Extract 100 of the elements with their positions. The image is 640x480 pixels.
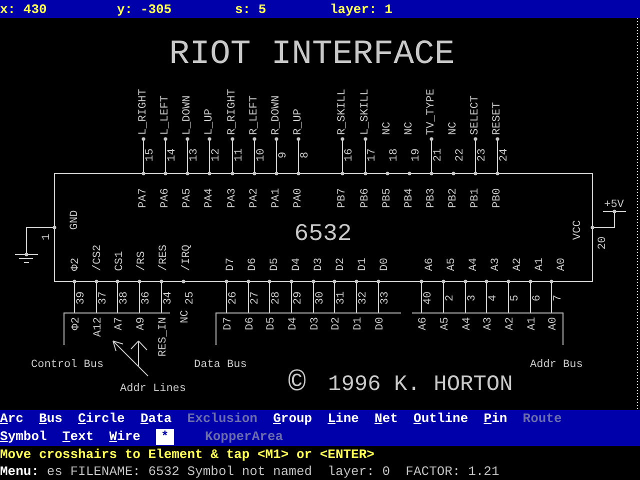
pin-number: 20 (597, 236, 609, 250)
net-label: A5 (440, 317, 452, 330)
cursor-readout: layer: 1 (330, 2, 392, 16)
signal-label: L_SKILL (360, 88, 372, 135)
menu-item[interactable]: Group (273, 411, 312, 427)
cursor-readout: x: 430 (0, 2, 48, 16)
signal-label: R_SKILL (336, 88, 348, 135)
pin-number: 26 (228, 291, 240, 305)
pin-number: 16 (344, 148, 356, 162)
pin-number: 32 (358, 291, 370, 305)
pin-number: 7 (552, 294, 564, 302)
net-label: D2 (330, 317, 342, 330)
cursor-readout: y: -305 (117, 2, 173, 16)
pin-number: 29 (292, 291, 304, 305)
status-label: Menu: (0, 463, 40, 480)
port-label: A0 (556, 258, 568, 271)
port-label: CS1 (114, 251, 126, 271)
port-label: GND (69, 210, 81, 230)
pin-number: 15 (144, 148, 156, 162)
port-label: PB5 (382, 188, 394, 208)
port-label: PB3 (426, 188, 438, 208)
pin-number: 28 (270, 291, 282, 305)
signal-label: NC (448, 122, 460, 135)
net-label: A3 (482, 317, 494, 330)
pin-number: 23 (476, 148, 488, 162)
net-label: A6 (418, 317, 430, 330)
port-label: D4 (291, 258, 303, 271)
menu-item[interactable]: Arc (0, 411, 24, 427)
port-label: D0 (379, 258, 391, 271)
pin-number: 38 (118, 291, 130, 305)
menu-item[interactable]: Circle (78, 411, 125, 427)
net-label: D7 (222, 317, 234, 330)
port-label: PA2 (248, 188, 260, 208)
port-label: PA5 (182, 188, 194, 208)
annotation-label: Addr Lines (120, 383, 186, 395)
net-label: D3 (310, 317, 322, 330)
menu-item[interactable]: Bus (39, 411, 62, 427)
pin-number: 24 (498, 148, 510, 162)
net-label: A1 (526, 317, 538, 330)
cursor-readout: s: 5 (235, 2, 268, 16)
net-label: D4 (288, 317, 300, 330)
pin-number: 11 (234, 148, 246, 162)
copyright-text: 1996 K. HORTON (328, 372, 513, 397)
pin-number: 5 (510, 294, 522, 302)
bus-label: Control Bus (31, 359, 104, 371)
pin-number: 2 (444, 294, 456, 302)
status-text: es FILENAME: 6532 Symbol not named layer: 0 FACTOR: 1.21 (46, 463, 500, 480)
menu-item[interactable]: Wire (109, 429, 140, 445)
port-label: /RS (136, 251, 148, 271)
pin-number: 39 (76, 291, 88, 305)
net-label: A7 (114, 317, 126, 330)
port-label: D7 (225, 258, 237, 271)
port-label: A3 (490, 258, 502, 271)
port-label: /IRQ (181, 244, 193, 271)
menu-item[interactable]: * (156, 429, 174, 445)
signal-label: NC (382, 122, 394, 135)
pin-number: 34 (162, 291, 174, 305)
menu-item[interactable]: Line (328, 411, 359, 427)
port-label: D2 (335, 258, 347, 271)
port-label: PB4 (404, 188, 416, 208)
port-label: A5 (446, 258, 458, 271)
port-label: D1 (357, 258, 369, 271)
bus-label: Addr Bus (530, 359, 583, 371)
port-label: PB6 (360, 188, 372, 208)
signal-label: L_LEFT (160, 95, 172, 135)
menu-item[interactable]: Pin (484, 411, 508, 427)
net-label: Φ2 (70, 317, 82, 330)
signal-label: R_RIGHT (226, 88, 238, 135)
port-label: PA4 (204, 188, 216, 208)
net-label: D1 (352, 317, 364, 330)
menu-item[interactable]: Outline (414, 411, 468, 427)
pin-number: 21 (432, 148, 444, 162)
pin-number: 36 (140, 291, 152, 305)
menu-item[interactable]: Data (140, 411, 172, 427)
port-label: PA0 (292, 188, 304, 208)
signal-label: R_UP (292, 108, 304, 135)
net-label: A0 (548, 317, 560, 330)
pin-number: 10 (256, 148, 268, 162)
pin-number: 14 (166, 148, 178, 162)
net-label: +5V (604, 199, 624, 211)
pin-number: 13 (188, 148, 200, 162)
pin-lead (24, 226, 56, 256)
bus-label: Data Bus (194, 359, 247, 371)
menu-item[interactable]: Net (374, 411, 398, 427)
pin-number: 22 (454, 148, 466, 162)
port-label: PA3 (226, 188, 238, 208)
signal-label: RESET (492, 102, 504, 135)
port-label: PA7 (138, 188, 150, 208)
pin-number: 37 (98, 291, 110, 305)
copyright-symbol: © (288, 367, 306, 401)
menu-item[interactable]: Text (62, 429, 94, 445)
pin-number: 9 (278, 152, 290, 158)
pin-number: 27 (250, 291, 262, 305)
port-label: Φ2 (70, 258, 82, 271)
net-label: NC (180, 310, 192, 324)
port-label: PA1 (270, 188, 282, 208)
chip-name: 6532 (294, 221, 352, 248)
pin-number: 31 (336, 291, 348, 305)
net-label: A2 (504, 317, 516, 330)
menu-item[interactable]: Symbol (0, 429, 47, 445)
